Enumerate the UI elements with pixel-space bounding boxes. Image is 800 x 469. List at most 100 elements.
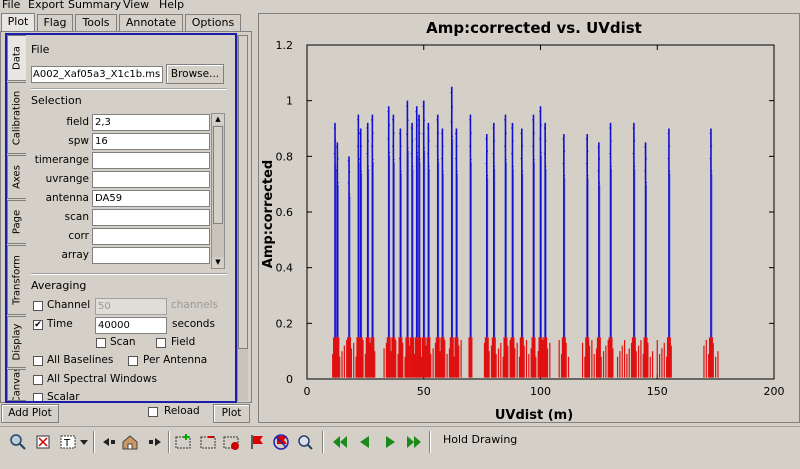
chart-title: Amp:corrected vs. UVdist [426, 19, 642, 37]
all-baselines-checkbox[interactable] [33, 356, 43, 366]
side-tab-data[interactable]: Data [7, 35, 26, 81]
step-forward-icon[interactable] [146, 433, 164, 451]
data-point [372, 158, 374, 161]
data-point [504, 119, 506, 121]
corr-input[interactable] [92, 228, 210, 245]
uvrange-input[interactable] [92, 171, 210, 188]
antenna-input[interactable]: DA59 [92, 190, 210, 207]
scan-input[interactable] [92, 209, 210, 226]
data-point [441, 157, 443, 160]
data-point [388, 124, 391, 127]
x-tick-label: 0 [304, 385, 311, 398]
scatter-chart[interactable]: Amp:corrected vs. UVdist UVdist (m) Amp:… [259, 14, 799, 422]
all-spw-checkbox[interactable] [33, 375, 43, 385]
data-point [357, 119, 359, 121]
dropdown-arrow-icon[interactable] [79, 433, 89, 451]
data-point [406, 105, 408, 107]
menu-file[interactable]: File [2, 0, 20, 11]
data-point [437, 158, 440, 161]
next-page-icon[interactable] [381, 433, 399, 451]
tab-tools[interactable]: Tools [75, 14, 117, 31]
toolbar-separator [93, 431, 95, 453]
file-path-input[interactable]: A002_Xaf05a3_X1c1b.ms [31, 66, 163, 83]
hold-drawing-label[interactable]: Hold Drawing [443, 433, 517, 446]
first-page-icon[interactable] [331, 433, 349, 451]
scalar-checkbox[interactable] [33, 393, 43, 401]
side-tab-calibration[interactable]: Calibration [7, 82, 26, 154]
subtract-region-icon[interactable] [199, 433, 217, 451]
data-tab-content: File A002_Xaf05a3_X1c1b.ms Browse... Sel… [27, 35, 235, 401]
home-icon[interactable] [121, 433, 139, 451]
channel-input[interactable]: 50 [95, 298, 167, 315]
last-page-icon[interactable] [405, 433, 423, 451]
unflag-icon[interactable] [272, 433, 290, 451]
menu-view[interactable]: View [123, 0, 149, 11]
data-point [563, 175, 566, 177]
plot-canvas-frame: Amp:corrected vs. UVdist UVdist (m) Amp:… [258, 13, 800, 423]
reload-checkbox[interactable] [148, 407, 158, 417]
mark-region-icon[interactable] [174, 433, 192, 451]
panel-scroll-thumb[interactable] [238, 35, 248, 349]
annotate-text-icon[interactable]: T [59, 433, 77, 451]
data-point [540, 124, 542, 127]
zoom-icon[interactable] [9, 433, 27, 451]
side-tab-page[interactable]: Page [7, 200, 26, 244]
data-point [521, 170, 524, 172]
data-point [410, 152, 413, 155]
delete-region-icon[interactable] [222, 433, 240, 451]
menu-export[interactable]: Export [28, 0, 64, 11]
scan-checkbox[interactable] [96, 338, 106, 348]
per-antenna-checkbox[interactable] [128, 356, 138, 366]
flag-icon[interactable] [248, 433, 266, 451]
scroll-up-arrow-icon[interactable]: ▲ [212, 114, 224, 125]
prev-page-icon[interactable] [356, 433, 374, 451]
plot-button[interactable]: Plot [213, 404, 250, 423]
channel-checkbox[interactable] [33, 301, 43, 311]
selection-scrollbar[interactable]: ▲ ▼ [211, 113, 225, 269]
data-point [337, 158, 339, 160]
data-point [427, 127, 429, 129]
tab-annotate[interactable]: Annotate [119, 14, 183, 31]
reload-label: Reload [164, 405, 200, 417]
data-point [545, 165, 547, 168]
time-input[interactable]: 40000 [95, 317, 167, 334]
side-tab-axes[interactable]: Axes [7, 155, 26, 199]
data-point [493, 165, 496, 168]
data-point [587, 150, 589, 152]
field-input[interactable]: 2,3 [92, 114, 210, 131]
data-point [417, 145, 420, 148]
time-checkbox[interactable]: ✔ [33, 320, 43, 330]
divider [31, 273, 227, 275]
menu-summary[interactable]: Summary [68, 0, 121, 11]
browse-button[interactable]: Browse... [166, 64, 224, 84]
panel-scrollbar[interactable] [237, 35, 248, 401]
data-point [367, 165, 370, 168]
selection-scroll-thumb[interactable] [213, 126, 223, 224]
timerange-input[interactable] [92, 152, 210, 169]
tab-flag[interactable]: Flag [37, 14, 73, 31]
tab-plot[interactable]: Plot [1, 13, 35, 31]
data-point [360, 170, 363, 172]
data-point [399, 157, 401, 160]
side-tab-display[interactable]: Display [7, 316, 26, 368]
array-input[interactable] [92, 247, 210, 264]
side-tab-transform[interactable]: Transform [7, 245, 26, 315]
data-point [347, 182, 350, 184]
scroll-down-arrow-icon[interactable]: ▼ [212, 257, 224, 268]
spw-input[interactable]: 16 [92, 133, 210, 150]
pan-icon[interactable] [34, 433, 52, 451]
tab-options[interactable]: Options [185, 14, 241, 31]
data-point [451, 135, 454, 138]
data-point [585, 138, 588, 140]
field-checkbox[interactable] [156, 338, 166, 348]
per-antenna-label: Per Antenna [143, 354, 208, 366]
side-tab-canvas[interactable]: Canvas [7, 369, 26, 401]
y-tick-label: 1.2 [276, 39, 294, 52]
add-plot-button[interactable]: Add Plot [1, 404, 59, 423]
data-point [400, 145, 402, 147]
menu-help[interactable]: Help [159, 0, 184, 11]
data-point [400, 170, 402, 172]
step-back-icon[interactable] [100, 433, 118, 451]
locate-icon[interactable] [296, 433, 314, 451]
data-point [393, 158, 395, 161]
